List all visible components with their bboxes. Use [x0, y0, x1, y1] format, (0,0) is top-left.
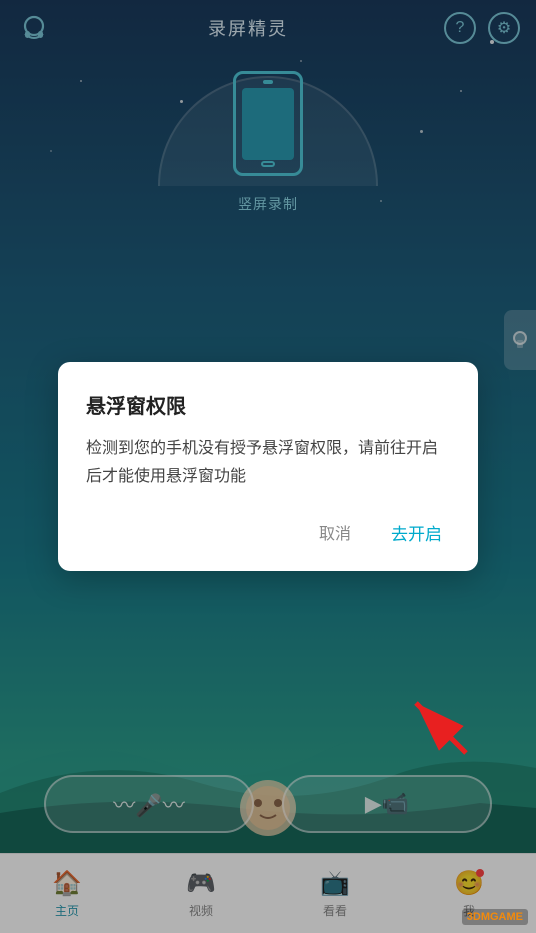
permission-dialog: 悬浮窗权限 检测到您的手机没有授予悬浮窗权限，请前往开启后才能使用悬浮窗功能 取… [58, 362, 478, 570]
watermark: 3DMGAME [462, 909, 528, 925]
confirm-button[interactable]: 去开启 [383, 514, 450, 551]
dialog-overlay: 悬浮窗权限 检测到您的手机没有授予悬浮窗权限，请前往开启后才能使用悬浮窗功能 取… [0, 0, 536, 933]
dialog-body: 检测到您的手机没有授予悬浮窗权限，请前往开启后才能使用悬浮窗功能 [86, 435, 450, 489]
arrow-annotation [396, 683, 476, 768]
dialog-title: 悬浮窗权限 [86, 390, 450, 419]
dialog-actions: 取消 去开启 [86, 514, 450, 551]
cancel-button[interactable]: 取消 [311, 514, 359, 550]
